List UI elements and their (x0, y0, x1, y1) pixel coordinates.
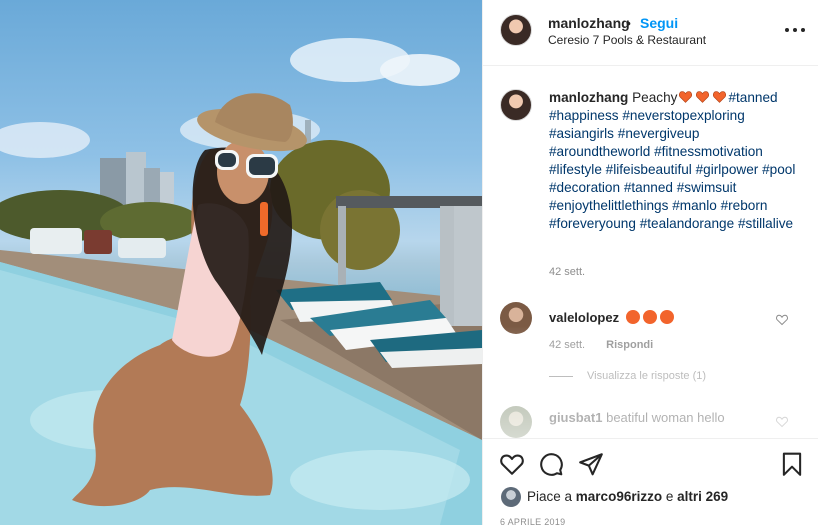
other-likes-link[interactable]: altri 269 (677, 489, 728, 504)
caption-timestamp: 42 sett. (549, 266, 586, 278)
save-bookmark-icon[interactable] (779, 451, 805, 477)
caption-author-avatar[interactable] (500, 89, 532, 121)
comment-like-icon[interactable] (776, 416, 788, 428)
heart-eyes-icon (643, 310, 658, 324)
hashtag-link[interactable]: #neverstopexploring (622, 108, 744, 123)
comment-row: valelolopez (549, 308, 677, 325)
post-sidebar: manlozhang • Segui Ceresio 7 Pools & Res… (482, 0, 818, 525)
hashtag-link[interactable]: #tealandorange (640, 216, 735, 231)
comment-meta: 42 sett. Rispondi (549, 339, 653, 351)
view-replies-label: Visualizza le risposte (1) (587, 370, 707, 382)
liker-avatar[interactable] (501, 487, 521, 507)
location-link[interactable]: Ceresio 7 Pools & Restaurant (548, 33, 706, 47)
hashtag-link[interactable]: #stillalive (738, 216, 793, 231)
post-caption: manlozhang Peachy #tanned #happiness #nev… (549, 89, 799, 233)
likes-join: e (665, 489, 674, 504)
heart-eyes-icon (626, 310, 641, 324)
hashtag-link[interactable]: #fitnessmotivation (654, 144, 763, 159)
comment-username[interactable]: giusbat1 (549, 410, 602, 425)
comment-username[interactable]: valelolopez (549, 310, 619, 325)
post-photo[interactable] (0, 0, 482, 525)
reply-button[interactable]: Rispondi (606, 339, 653, 351)
share-send-icon[interactable] (578, 451, 604, 477)
comment-like-icon[interactable] (776, 314, 788, 326)
caption-text: Peachy (632, 90, 678, 105)
hashtag-link[interactable]: #enjoythelittlethings (549, 198, 668, 213)
header-separator: • (626, 15, 631, 31)
comment-row: giusbat1 beatiful woman hello (549, 410, 725, 425)
likes-prefix: Piace a (527, 489, 573, 504)
hashtag-link[interactable]: #lifeisbeautiful (606, 162, 692, 177)
hashtag-link[interactable]: #swimsuit (677, 180, 737, 195)
comment-avatar[interactable] (500, 406, 532, 438)
caption-username[interactable]: manlozhang (549, 90, 628, 105)
likes-summary: Piace a marco96rizzo e altri 269 (527, 489, 728, 504)
heart-eyes-emoji-icons (623, 310, 678, 325)
author-username[interactable]: manlozhang (548, 15, 630, 31)
post-actions-bar: Piace a marco96rizzo e altri 269 6 APRIL… (483, 438, 818, 525)
hashtag-link[interactable]: #reborn (721, 198, 768, 213)
replies-divider (549, 375, 573, 377)
view-replies-button[interactable]: Visualizza le risposte (1) (549, 370, 706, 382)
hashtag-link[interactable]: #nevergiveup (618, 126, 700, 141)
hashtag-link[interactable]: #asiangirls (549, 126, 614, 141)
orange-heart-icon (696, 91, 710, 103)
comment-avatar[interactable] (500, 302, 532, 334)
hashtag-link[interactable]: #decoration (549, 180, 620, 195)
photo-illustration (0, 38, 482, 525)
hashtag-link[interactable]: #lifestyle (549, 162, 602, 177)
hashtag-link[interactable]: #foreveryoung (549, 216, 636, 231)
orange-heart-icon (679, 91, 693, 103)
hashtag-list: #happiness #neverstopexploring #asiangir… (549, 108, 795, 231)
orange-heart-icon (713, 91, 727, 103)
hashtag-link[interactable]: #girlpower (696, 162, 759, 177)
hashtag-link[interactable]: #aroundtheworld (549, 144, 650, 159)
follow-button[interactable]: Segui (640, 15, 678, 31)
post-header: manlozhang • Segui Ceresio 7 Pools & Res… (483, 0, 818, 66)
hashtag-link[interactable]: #manlo (672, 198, 717, 213)
liker-username[interactable]: marco96rizzo (576, 489, 662, 504)
like-heart-icon[interactable] (499, 451, 525, 477)
hashtag-link[interactable]: #pool (762, 162, 795, 177)
more-options-icon[interactable] (783, 20, 807, 40)
hashtag-link[interactable]: #tanned (624, 180, 673, 195)
comment-timestamp: 42 sett. (549, 339, 586, 351)
comment-text: beatiful woman hello (606, 410, 725, 425)
heart-eyes-icon (660, 310, 675, 324)
hashtag-link[interactable]: #happiness (549, 108, 619, 123)
post-date: 6 APRILE 2019 (500, 517, 566, 525)
comment-bubble-icon[interactable] (538, 451, 564, 477)
hashtag-link[interactable]: #tanned (728, 90, 777, 105)
author-avatar[interactable] (500, 14, 532, 46)
